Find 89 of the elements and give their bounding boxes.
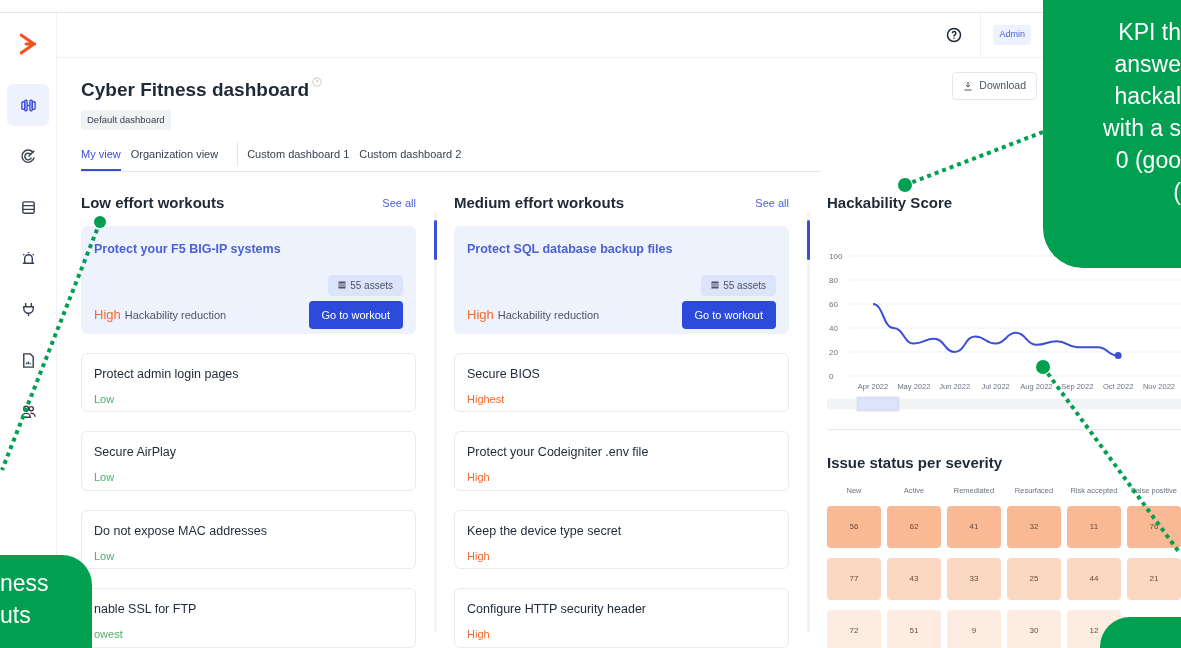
workout-card[interactable]: Secure BIOS Highest: [454, 352, 789, 413]
sidebar-item[interactable]: [7, 84, 49, 126]
server-icon: [19, 198, 37, 216]
column-title: Low effort workouts: [81, 192, 225, 213]
y-tick-label: 0: [829, 372, 834, 382]
range-slider-selection[interactable]: [856, 397, 900, 412]
workout-card[interactable]: Do not expose MAC addresses Low: [81, 509, 416, 570]
heatmap-cell: 11: [1067, 506, 1121, 548]
callout-text: KPI th: [1117, 18, 1181, 47]
server-icon: [711, 281, 720, 289]
tab[interactable]: My view: [81, 146, 121, 171]
impact-level: Highest: [467, 391, 506, 407]
heatmap-cell: 76: [1127, 506, 1181, 548]
workout-card[interactable]: Configure HTTP security header High: [454, 588, 789, 648]
heatmap-cell: 72: [827, 610, 881, 648]
heatmap-cell: 9: [947, 610, 1001, 648]
impact-label: Hackability reduction: [497, 308, 600, 323]
impact-level: High: [467, 470, 491, 486]
column-title: Medium effort workouts: [454, 192, 624, 213]
workout-title: Protect your Codeigniter .env file: [467, 444, 650, 462]
tab[interactable]: Custom dashboard 2: [359, 146, 462, 171]
workout-card[interactable]: Protect admin login pages Low: [81, 352, 416, 413]
heatmap-cell: 43: [887, 558, 941, 600]
heatmap-cell: 33: [947, 558, 1001, 600]
heatmap-cell: 51: [887, 610, 941, 648]
last-point-marker: [1114, 352, 1122, 360]
tab[interactable]: Custom dashboard 1: [247, 146, 350, 171]
workout-card[interactable]: Keep the device type secret High: [454, 509, 789, 570]
dashboard-tag: Default dashboard: [81, 109, 171, 130]
server-icon: [338, 281, 347, 289]
workout-title: Protect your F5 BIG-IP systems: [94, 240, 282, 258]
heatmap-cell: 62: [887, 506, 941, 548]
see-all-link[interactable]: See all: [382, 194, 416, 211]
go-to-workout-button[interactable]: Go to workout: [308, 300, 403, 329]
callout-text: (: [1172, 178, 1181, 207]
workout-card[interactable]: Secure AirPlay Low: [81, 431, 416, 491]
workout-title: Configure HTTP security header: [467, 601, 648, 619]
impact-level: Low: [94, 391, 116, 407]
impact-level: High: [467, 306, 494, 324]
download-button[interactable]: Download: [952, 72, 1037, 100]
callout-text: with a s: [1102, 114, 1181, 143]
heatmap-cell: 56: [827, 506, 881, 548]
callout-text: ness: [0, 569, 50, 598]
heatmap-cell: 21: [1127, 558, 1181, 600]
workout-title: Do not expose MAC addresses: [94, 522, 268, 540]
workout-title: Protect SQL database backup files: [467, 240, 674, 258]
impact-level: Low: [94, 548, 116, 564]
impact-level: owest: [94, 627, 124, 643]
workout-title: Protect admin login pages: [94, 365, 240, 383]
impact-level: High: [467, 627, 491, 643]
role-badge: Admin: [993, 25, 1031, 45]
y-tick-label: 60: [829, 300, 838, 310]
y-tick-label: 80: [829, 276, 838, 286]
impact-level: High: [467, 548, 491, 564]
callout-text: answe: [1113, 50, 1181, 79]
featured-workout-card[interactable]: Protect SQL database backup files 55 assets High Hackability reduction Go to workout: [454, 225, 789, 334]
workout-title: Secure AirPlay: [94, 444, 177, 462]
heatmap-cell: 30: [1007, 610, 1061, 648]
workout-title: nable SSL for FTP: [94, 601, 198, 619]
go-to-workout-button[interactable]: Go to workout: [681, 300, 776, 329]
callout-text: hackal: [1113, 82, 1181, 111]
y-tick-label: 40: [829, 324, 838, 334]
target-icon: [19, 147, 37, 165]
impact-label: Hackability reduction: [124, 308, 227, 323]
workout-title: Secure BIOS: [467, 365, 541, 383]
heatmap-cell: 41: [947, 506, 1001, 548]
callout-text: 0 (goo: [1114, 146, 1181, 175]
assets-badge: 55 assets: [701, 274, 776, 296]
y-tick-label: 20: [829, 348, 838, 358]
workout-title: Keep the device type secret: [467, 522, 623, 540]
see-all-link[interactable]: See all: [755, 194, 789, 211]
download-icon: [963, 80, 974, 91]
impact-level: Low: [94, 470, 116, 486]
chart-title: Hackability Score: [827, 192, 953, 213]
logo-icon[interactable]: [20, 33, 36, 55]
tab[interactable]: Organization view: [130, 146, 219, 171]
heatmap-cell: 77: [827, 558, 881, 600]
y-tick-label: 100: [829, 252, 843, 262]
impact-level: High: [94, 306, 121, 324]
section-title: Issue status per severity: [827, 453, 1004, 474]
callout-text: uts: [0, 601, 32, 630]
heatmap-cell: 44: [1067, 558, 1121, 600]
assets-badge: 55 assets: [328, 274, 403, 296]
heatmap-cell: 25: [1007, 558, 1061, 600]
featured-workout-card[interactable]: Protect your F5 BIG-IP systems 55 assets High Hackability reduction Go to workout: [81, 225, 416, 334]
help-icon[interactable]: [946, 27, 963, 43]
heatmap-cell: 32: [1007, 506, 1061, 548]
page-title: Cyber Fitness dashboard: [81, 78, 310, 102]
workout-card[interactable]: Protect your Codeigniter .env file High: [454, 431, 789, 491]
